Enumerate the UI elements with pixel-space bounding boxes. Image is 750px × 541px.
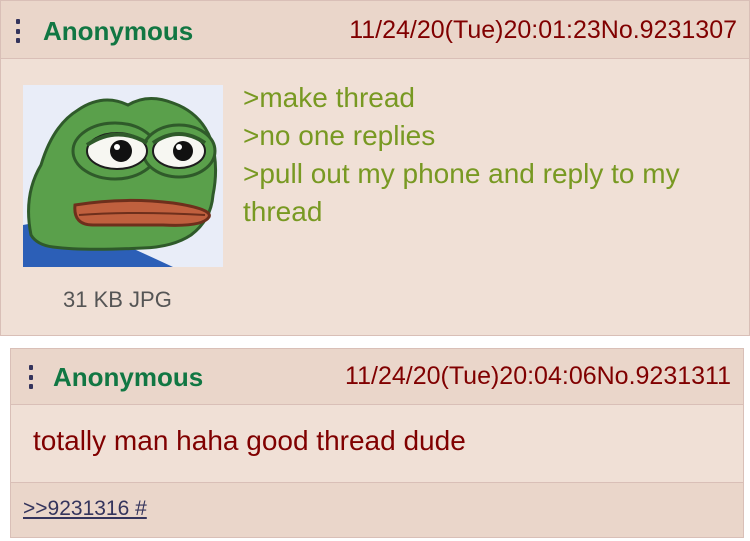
post-menu-icon[interactable] — [16, 19, 20, 43]
greentext-line: >pull out my phone and reply to my threa… — [243, 158, 680, 227]
reply-post: Anonymous 11/24/20(Tue)20:04:06No.923131… — [10, 348, 744, 538]
op-post: Anonymous 11/24/20(Tue)20:01:23No.923130… — [0, 0, 750, 336]
poster-name: Anonymous — [53, 362, 204, 392]
greentext-line: >make thread — [243, 82, 415, 113]
post-number[interactable]: No.9231307 — [601, 16, 737, 44]
reply-post-header: Anonymous 11/24/20(Tue)20:04:06No.923131… — [11, 349, 743, 405]
op-comment: >make thread >no one replies >pull out m… — [243, 79, 733, 231]
post-datetime: 11/24/20(Tue)20:01:23 — [349, 16, 601, 44]
backlink-bar: >>9231316 # — [11, 482, 743, 537]
poster-name: Anonymous — [43, 16, 194, 46]
post-datetime: 11/24/20(Tue)20:04:06 — [345, 362, 597, 390]
greentext-line: >no one replies — [243, 120, 436, 151]
post-number[interactable]: No.9231311 — [597, 362, 731, 390]
post-meta[interactable]: 11/24/20(Tue)20:01:23No.9231307 — [349, 16, 737, 45]
post-menu-icon[interactable] — [29, 365, 33, 389]
backlink-link[interactable]: >>9231316 # — [23, 497, 147, 521]
frog-face-image — [23, 85, 223, 267]
op-post-header: Anonymous 11/24/20(Tue)20:01:23No.923130… — [1, 1, 749, 59]
reply-comment: totally man haha good thread dude — [33, 425, 466, 456]
post-meta[interactable]: 11/24/20(Tue)20:04:06No.9231311 — [345, 362, 731, 391]
post-thumbnail-image[interactable] — [23, 85, 223, 267]
file-info: 31 KB JPG — [63, 287, 172, 312]
